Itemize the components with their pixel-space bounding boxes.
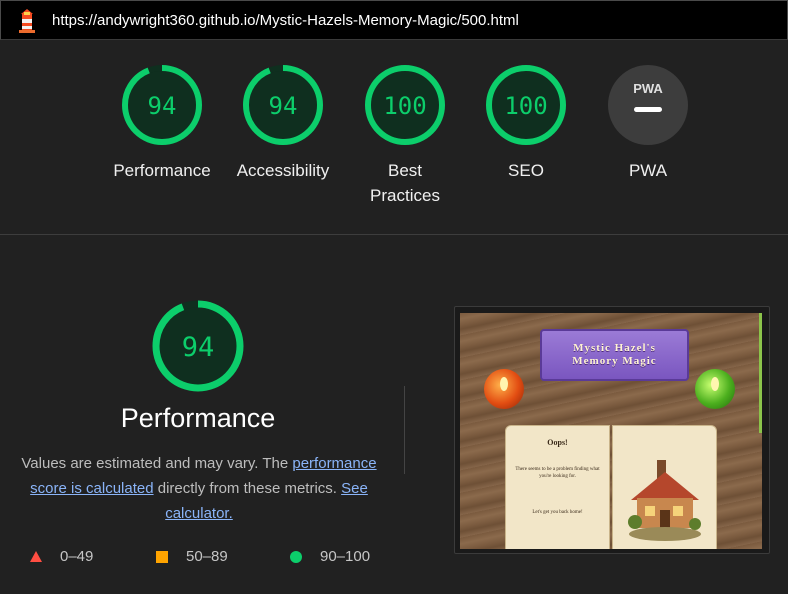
gauge-accessibility[interactable]: 94 Accessibility	[233, 64, 333, 183]
gauge-performance[interactable]: 94 Performance	[112, 64, 212, 183]
game-title-banner: Mystic Hazel's Memory Magic	[540, 329, 689, 381]
legend-average-range: 50–89	[186, 548, 228, 565]
performance-gauge-ring: 94	[122, 65, 202, 145]
gauge-label-performance: Performance	[113, 161, 211, 180]
book-right-page	[612, 425, 717, 549]
performance-score: 94	[148, 92, 177, 120]
legend-pass-range: 90–100	[320, 548, 371, 565]
book-left-page: Oops! There seems to be a problem findin…	[505, 425, 610, 549]
desc-middle: directly from these metrics.	[153, 480, 342, 497]
legend-pass: 90–100	[290, 548, 370, 565]
green-candle-orb-icon	[695, 369, 735, 409]
banner-line-1: Mystic Hazel's	[573, 342, 656, 354]
legend-fail-range: 0–49	[60, 548, 94, 565]
open-book: Oops! There seems to be a problem findin…	[505, 425, 717, 549]
fail-triangle-icon	[30, 551, 42, 562]
score-legend: 0–49 50–89 90–100	[28, 548, 388, 566]
pass-circle-icon	[290, 550, 302, 563]
desc-prefix: Values are estimated and may vary. The	[21, 455, 293, 472]
performance-description: Values are estimated and may vary. The p…	[14, 451, 384, 526]
gauge-best-practices[interactable]: 100 Best Practices	[355, 64, 455, 208]
lighthouse-icon	[19, 9, 35, 33]
error-message: There seems to be a problem finding what…	[515, 467, 600, 479]
performance-big-gauge: 94	[152, 300, 244, 392]
page-url[interactable]: https://andywright360.github.io/Mystic-H…	[52, 12, 519, 29]
seo-gauge-ring: 100	[486, 65, 566, 145]
legend-fail: 0–49	[30, 548, 93, 565]
section-divider	[0, 234, 788, 235]
accessibility-gauge-ring: 94	[243, 65, 323, 145]
url-bar: https://andywright360.github.io/Mystic-H…	[0, 0, 788, 40]
screenshot-image: Mystic Hazel's Memory Magic Oops! There s…	[460, 313, 762, 549]
pwa-badge-icon: PWA	[608, 65, 688, 145]
gauge-pwa[interactable]: PWA PWA	[598, 64, 698, 183]
banner-line-2: Memory Magic	[572, 355, 657, 367]
seo-score: 100	[504, 92, 547, 120]
gauge-label-pwa: PWA	[628, 161, 668, 180]
best-practices-gauge-ring: 100	[365, 65, 445, 145]
gauge-label-seo: SEO	[508, 161, 544, 180]
average-square-icon	[156, 550, 168, 563]
best-practices-score: 100	[383, 92, 426, 120]
gauge-label-best-practices: Best Practices	[370, 161, 440, 205]
final-screenshot[interactable]: Mystic Hazel's Memory Magic Oops! There s…	[454, 306, 770, 554]
category-gauges: 94 Performance 94 Accessibility 100 Best…	[0, 64, 788, 214]
legend-average: 50–89	[156, 548, 228, 565]
pwa-badge-text: PWA	[633, 81, 663, 96]
home-cta: Let's get you back home!	[532, 510, 583, 515]
gauge-label-accessibility: Accessibility	[236, 161, 330, 180]
oops-heading: Oops!	[547, 438, 568, 447]
performance-big-score: 94	[182, 332, 215, 363]
cottage-icon	[628, 460, 701, 541]
gauge-seo[interactable]: 100 SEO	[476, 64, 576, 183]
red-candle-orb-icon	[484, 369, 524, 409]
screenshot-scrollbar	[759, 313, 762, 433]
vertical-separator	[404, 386, 405, 474]
performance-heading: Performance	[120, 403, 276, 433]
accessibility-score: 94	[269, 92, 298, 120]
pwa-dash-icon	[634, 107, 662, 112]
